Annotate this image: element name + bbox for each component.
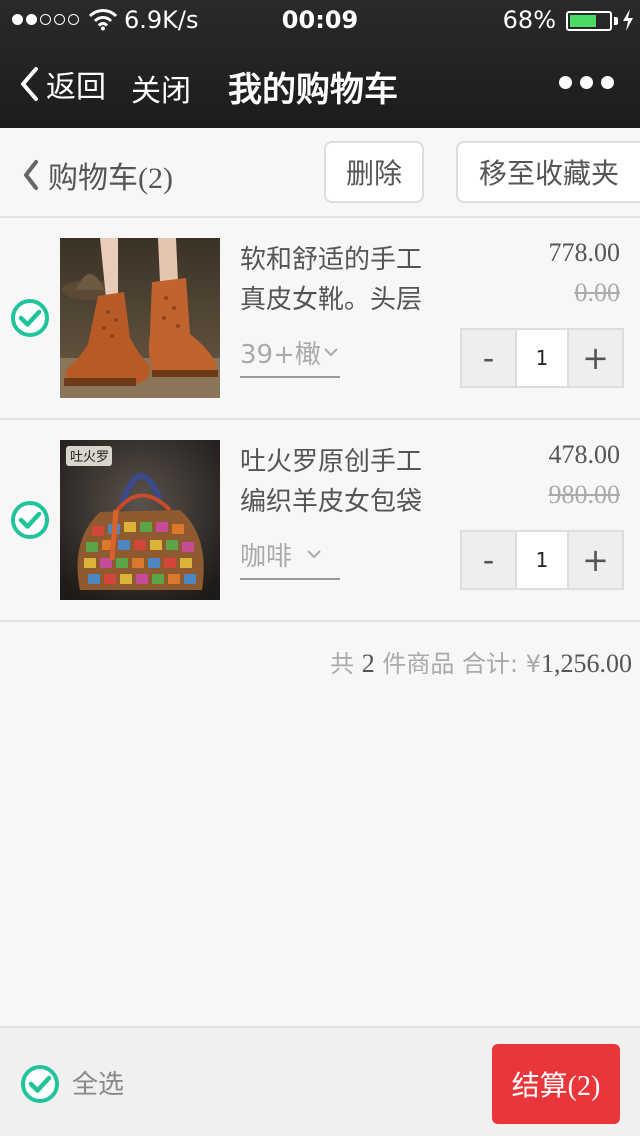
quantity-stepper: - + xyxy=(460,328,624,388)
back-button[interactable]: 返回 xyxy=(18,62,106,106)
item-count: 2 xyxy=(361,649,375,678)
product-price: 778.00 xyxy=(548,238,621,267)
page-title: 我的购物车 xyxy=(228,70,398,110)
checkout-label: 结算(2) xyxy=(511,1071,601,1102)
total-amount: 1,256.00 xyxy=(541,649,632,678)
battery-percent: 68% xyxy=(502,6,556,34)
summary-prefix: 共 xyxy=(330,650,355,678)
increase-button[interactable]: + xyxy=(569,532,622,588)
original-price: 980.00 xyxy=(548,480,621,509)
top-bar: 6.9K/s 00:09 68% 返回 关闭 我的购物车 xyxy=(0,0,640,128)
status-bar: 6.9K/s 00:09 68% xyxy=(0,0,640,40)
product-name[interactable]: 软和舒适的手工真皮女靴。头层 xyxy=(240,240,440,320)
select-all-label[interactable]: 全选 xyxy=(72,1064,124,1101)
select-all-checkbox-icon[interactable] xyxy=(20,1064,60,1104)
cart-title: 购物车(2) xyxy=(48,162,173,195)
variant-label: 咖啡 xyxy=(240,541,293,572)
product-name[interactable]: 吐火罗原创手工编织羊皮女包袋 xyxy=(240,442,440,522)
product-image-boots[interactable] xyxy=(60,238,220,398)
more-dot-icon xyxy=(559,76,572,89)
chevron-left-icon xyxy=(21,67,38,101)
chevron-left-icon xyxy=(24,160,38,190)
more-options-button[interactable] xyxy=(559,76,614,89)
decrease-button[interactable]: - xyxy=(462,330,515,386)
cart-header: 购物车(2) 删除 移至收藏夹 xyxy=(0,128,640,218)
quantity-input[interactable] xyxy=(515,532,569,588)
close-button[interactable]: 关闭 xyxy=(131,66,191,110)
checkout-button[interactable]: 结算(2) xyxy=(492,1044,620,1124)
original-price: 0.00 xyxy=(574,278,621,307)
move-to-favorites-button[interactable]: 移至收藏夹 xyxy=(456,141,640,203)
quantity-input[interactable] xyxy=(515,330,569,386)
quantity-stepper: - + xyxy=(460,530,624,590)
item-checkbox-checked-icon[interactable] xyxy=(10,298,50,338)
variant-label: 39+橄 xyxy=(240,339,321,370)
variant-select[interactable]: 咖啡 xyxy=(240,530,340,580)
cart-back-button[interactable]: 购物车(2) xyxy=(22,153,173,197)
bottom-bar: 全选 结算(2) xyxy=(0,1026,640,1136)
charging-icon xyxy=(623,9,633,31)
more-dot-icon xyxy=(580,76,593,89)
battery-cap xyxy=(614,17,618,25)
brand-logo-text: 吐火罗 xyxy=(70,450,109,465)
variant-select[interactable]: 39+橄 xyxy=(240,328,340,378)
product-price: 478.00 xyxy=(548,440,621,469)
decrease-button[interactable]: - xyxy=(462,532,515,588)
nav-bar: 返回 关闭 我的购物车 xyxy=(0,40,640,128)
product-image-bag[interactable]: 吐火罗 xyxy=(60,440,220,600)
cart-item: 吐火罗 吐火罗原创手工编织羊皮女包袋 咖啡 478.00 980.00 - 1 … xyxy=(0,420,640,622)
more-dot-icon xyxy=(601,76,614,89)
battery-icon xyxy=(566,11,612,31)
back-label: 返回 xyxy=(46,70,106,105)
chevron-down-icon xyxy=(307,550,321,559)
summary-mid: 件商品 合计: ¥ xyxy=(382,650,541,678)
item-checkbox-checked-icon[interactable] xyxy=(10,500,50,540)
chevron-down-icon xyxy=(324,348,338,357)
delete-button[interactable]: 删除 xyxy=(324,141,424,203)
order-summary: 共 2 件商品 合计: ¥1,256.00 xyxy=(330,644,632,679)
cart-item: 软和舒适的手工真皮女靴。头层 39+橄 778.00 0.00 - + xyxy=(0,218,640,420)
increase-button[interactable]: + xyxy=(569,330,622,386)
